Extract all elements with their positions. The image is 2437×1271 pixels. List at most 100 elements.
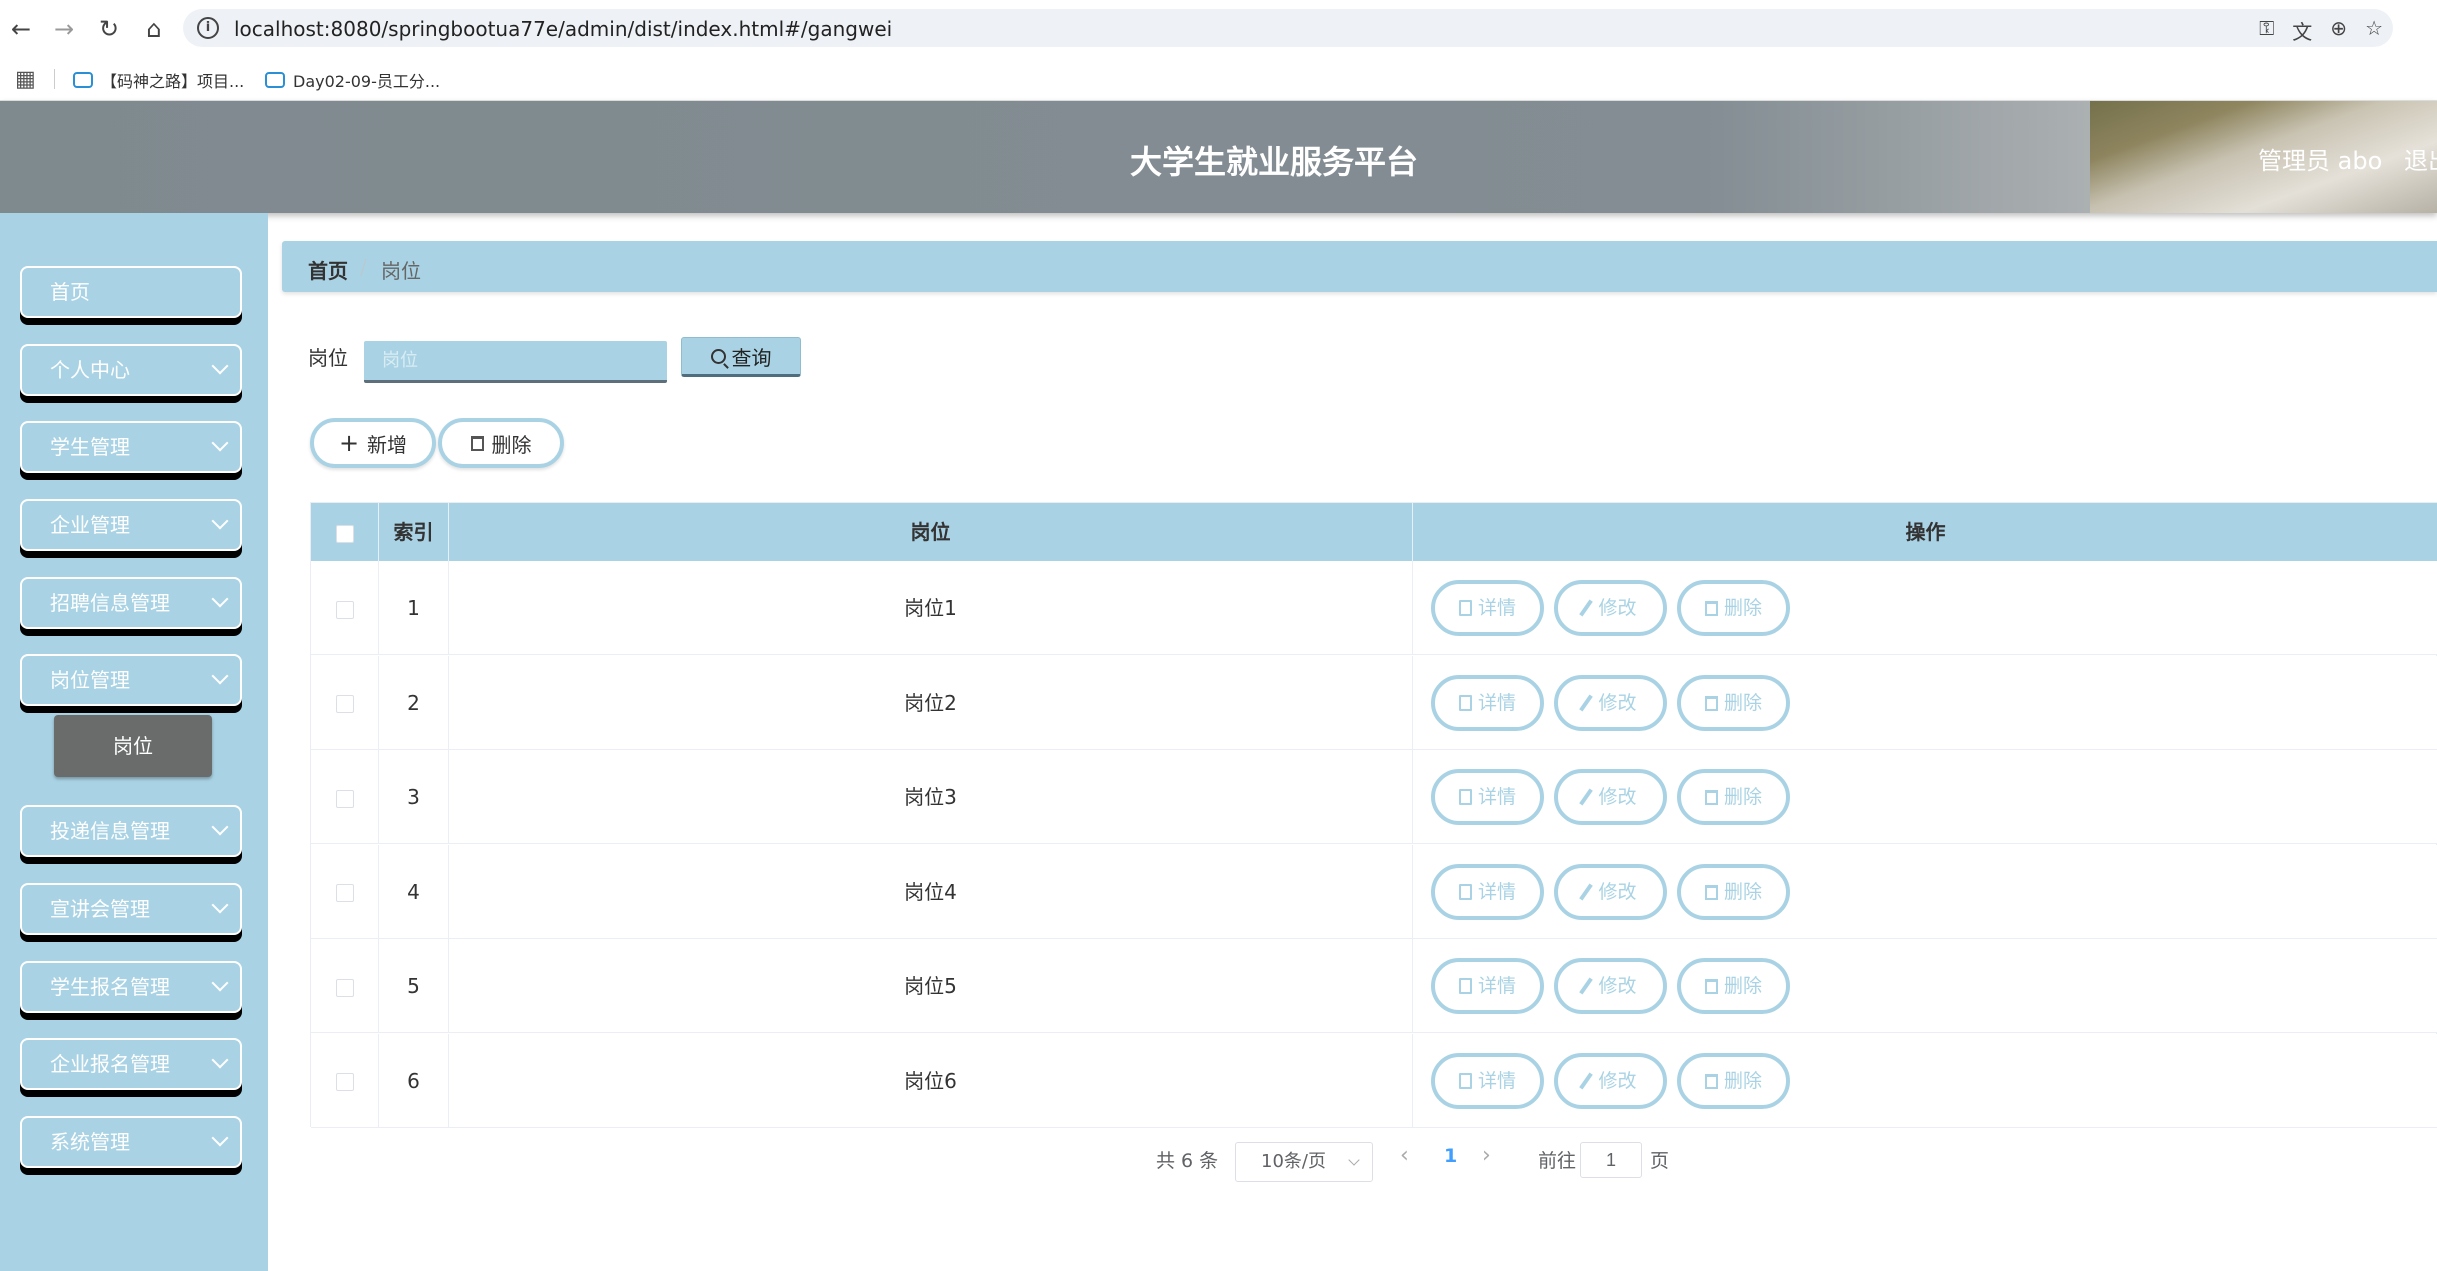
bilibili-icon — [73, 72, 93, 88]
edit-icon — [1579, 1071, 1594, 1090]
detail-button[interactable]: 详情 — [1431, 580, 1544, 636]
pagination-total: 共 6 条 — [1156, 1150, 1219, 1172]
page-size-select[interactable]: 10条/页 — [1235, 1142, 1373, 1182]
detail-button[interactable]: 详情 — [1431, 769, 1544, 825]
sidebar-item-label: 学生报名管理 — [50, 975, 170, 999]
bookmark-item[interactable]: 【码神之路】项目... — [73, 68, 244, 92]
detail-label: 详情 — [1477, 786, 1516, 808]
app-header: 大学生就业服务平台 管理员 abo 退出 — [0, 101, 2437, 213]
row-checkbox[interactable] — [335, 789, 354, 808]
bookmark-label: 【码神之路】项目... — [101, 72, 245, 91]
app-title: 大学生就业服务平台 — [1129, 143, 1418, 181]
sidebar-item-company-signup[interactable]: 企业报名管理 — [20, 1038, 242, 1090]
detail-label: 详情 — [1477, 880, 1516, 903]
column-header-position: 岗位 — [449, 503, 1413, 561]
site-info-icon[interactable]: i — [197, 17, 219, 39]
document-icon — [1458, 600, 1472, 616]
delete-label: 删除 — [1723, 975, 1762, 997]
row-actions: 详情 修改 删除 — [1413, 845, 2437, 939]
trash-icon — [1704, 790, 1718, 805]
edit-button[interactable]: 修改 — [1554, 958, 1667, 1014]
detail-button[interactable]: 详情 — [1431, 863, 1544, 920]
delete-button[interactable]: 删除 — [1677, 863, 1790, 920]
reload-icon[interactable]: ↻ — [94, 14, 124, 44]
chevron-down-icon — [211, 1051, 229, 1069]
edit-button[interactable]: 修改 — [1554, 863, 1667, 920]
edit-button[interactable]: 修改 — [1554, 769, 1667, 825]
sidebar-item-companies[interactable]: 企业管理 — [20, 499, 242, 551]
sidebar-subitem-position[interactable]: 岗位 — [54, 715, 212, 777]
prev-page-icon[interactable]: ‹ — [1400, 1143, 1409, 1168]
edit-button[interactable]: 修改 — [1554, 674, 1667, 731]
apps-grid-icon[interactable]: ▦ — [15, 67, 36, 92]
chevron-down-icon — [211, 357, 229, 375]
row-checkbox[interactable] — [335, 978, 354, 997]
search-input[interactable] — [364, 341, 667, 383]
delete-button[interactable]: 删除 — [1677, 580, 1790, 636]
home-icon[interactable]: ⌂ — [139, 14, 169, 44]
zoom-icon[interactable]: ⊕ — [2330, 16, 2347, 45]
row-actions: 详情 修改 删除 — [1413, 656, 2437, 750]
trash-icon — [1704, 1073, 1718, 1089]
sidebar-item-label: 系统管理 — [50, 1130, 130, 1154]
chevron-down-icon — [211, 434, 229, 452]
column-header-ops: 操作 — [1905, 520, 1946, 544]
search-icon — [710, 348, 726, 364]
breadcrumb-current: 岗位 — [381, 259, 421, 283]
bookmark-star-icon[interactable]: ☆ — [2365, 16, 2383, 45]
row-select-cell — [311, 561, 379, 655]
row-checkbox[interactable] — [335, 600, 354, 619]
row-index: 2 — [379, 655, 449, 750]
back-icon[interactable]: ← — [6, 14, 36, 44]
logout-link[interactable]: 退出 — [2404, 141, 2437, 176]
document-icon — [1458, 883, 1472, 900]
trash-icon — [1704, 884, 1718, 900]
edit-button[interactable]: 修改 — [1554, 580, 1667, 636]
sidebar-item-system[interactable]: 系统管理 — [20, 1116, 242, 1168]
breadcrumb-home[interactable]: 首页 — [308, 255, 348, 284]
row-position-name: 岗位3 — [449, 750, 1413, 844]
row-checkbox[interactable] — [335, 695, 354, 713]
row-checkbox[interactable] — [335, 1073, 354, 1091]
sidebar-item-positions[interactable]: 岗位管理 — [20, 654, 242, 706]
batch-delete-button[interactable]: 删除 — [438, 418, 564, 468]
sidebar-item-seminars[interactable]: 宣讲会管理 — [20, 883, 242, 935]
bookmarks-divider — [54, 69, 55, 89]
page-number-current[interactable]: 1 — [1444, 1145, 1457, 1167]
edit-button[interactable]: 修改 — [1554, 1052, 1667, 1109]
detail-button[interactable]: 详情 — [1431, 674, 1544, 731]
bookmarks-bar: ▦ 【码神之路】项目... Day02-09-员工分... — [0, 57, 2437, 101]
detail-button[interactable]: 详情 — [1431, 1052, 1544, 1109]
breadcrumb: 首页 / 岗位 — [282, 241, 2437, 292]
delete-button[interactable]: 删除 — [1677, 674, 1790, 731]
goto-page-input[interactable] — [1580, 1142, 1642, 1178]
row-actions: 详情 修改 删除 — [1413, 750, 2437, 844]
add-button[interactable]: + 新增 — [310, 418, 436, 468]
sidebar-item-personal-center[interactable]: 个人中心 — [20, 344, 242, 396]
address-bar[interactable]: i localhost:8080/springbootua77e/admin/d… — [183, 9, 2393, 47]
table-row: 2 岗位2 详情 修改 删除 — [311, 655, 2437, 750]
select-all-checkbox[interactable] — [335, 524, 354, 543]
chevron-down-icon — [211, 667, 229, 685]
document-icon — [1458, 1072, 1472, 1089]
delete-button[interactable]: 删除 — [1677, 1052, 1790, 1109]
sidebar-item-students[interactable]: 学生管理 — [20, 421, 242, 473]
delete-button[interactable]: 删除 — [1677, 769, 1790, 825]
sidebar-item-home[interactable]: 首页 — [20, 266, 242, 318]
url-text[interactable]: localhost:8080/springbootua77e/admin/dis… — [234, 17, 892, 41]
delete-label: 删除 — [1723, 786, 1762, 808]
search-button[interactable]: 查询 — [681, 337, 801, 377]
goto-label: 前往 — [1538, 1150, 1577, 1172]
translate-icon[interactable]: 文 — [2292, 16, 2312, 45]
detail-button[interactable]: 详情 — [1431, 958, 1544, 1014]
next-page-icon[interactable]: › — [1482, 1143, 1491, 1168]
sidebar-item-recruitment[interactable]: 招聘信息管理 — [20, 577, 242, 629]
row-checkbox[interactable] — [335, 884, 354, 902]
sidebar-item-label: 岗位管理 — [50, 668, 130, 692]
sidebar-item-applications[interactable]: 投递信息管理 — [20, 805, 242, 857]
delete-button[interactable]: 删除 — [1677, 958, 1790, 1014]
bookmark-item[interactable]: Day02-09-员工分... — [265, 68, 440, 92]
key-icon[interactable]: ⚿ — [2259, 16, 2274, 45]
forward-icon[interactable]: → — [49, 14, 79, 44]
sidebar-item-student-signup[interactable]: 学生报名管理 — [20, 961, 242, 1013]
